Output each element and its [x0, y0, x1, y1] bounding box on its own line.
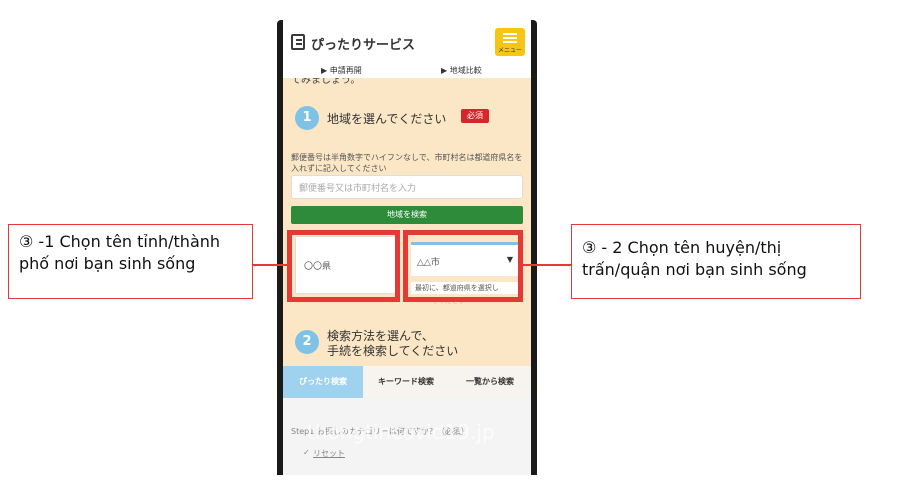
tab-pittari-search[interactable]: ぴったり検索 — [283, 366, 363, 398]
right-connector — [523, 264, 571, 266]
tab-keyword-search[interactable]: キーワード検索 — [365, 366, 447, 398]
tab-list-search[interactable]: 一覧から検索 — [449, 366, 531, 398]
subnav-resume-link[interactable]: ▶ 申請再開 — [321, 65, 362, 76]
subnav-compare-link[interactable]: ▶ 地域比較 — [441, 65, 482, 76]
callout-prefecture: ③ -1 Chọn tên tỉnh/thành phố nơi bạn sin… — [8, 224, 253, 299]
callout-city: ③ - 2 Chọn tên huyện/thị trấn/quận nơi b… — [571, 224, 861, 299]
section-1-title: 地域を選んでください — [327, 112, 447, 126]
postal-search-input[interactable]: 郵便番号又は市町村名を入力 — [291, 175, 523, 199]
step-1-badge: 1 — [295, 106, 319, 130]
city-highlight — [403, 230, 523, 302]
watermark: thongtincovid19.jp — [307, 420, 495, 444]
area-search-button[interactable]: 地域を検索 — [291, 206, 523, 224]
menu-button[interactable]: メニュー — [495, 28, 525, 56]
logo-icon — [291, 34, 305, 50]
postal-hint: 郵便番号は半角数字でハイフンなしで、市町村名は都道府県名を入れずに記入してくださ… — [291, 153, 523, 173]
truncated-text: てみましょう。 — [291, 78, 361, 86]
left-connector — [253, 264, 287, 266]
reset-link[interactable]: リセット — [313, 448, 345, 459]
prefecture-highlight — [287, 230, 400, 302]
top-bar: ぴったりサービス メニュー — [283, 20, 531, 64]
section-2-title-line2: 手続を検索してください — [327, 344, 459, 358]
menu-label: メニュー — [497, 47, 522, 54]
check-icon: ✓ — [303, 448, 310, 457]
required-badge: 必須 — [461, 109, 489, 123]
search-tabs: ぴったり検索 キーワード検索 一覧から検索 — [283, 366, 531, 398]
hamburger-icon — [503, 33, 517, 35]
step-2-badge: 2 — [295, 330, 319, 354]
sub-nav: ▶ 申請再開 ▶ 地域比較 — [283, 64, 531, 78]
app-title: ぴったりサービス — [311, 38, 416, 53]
